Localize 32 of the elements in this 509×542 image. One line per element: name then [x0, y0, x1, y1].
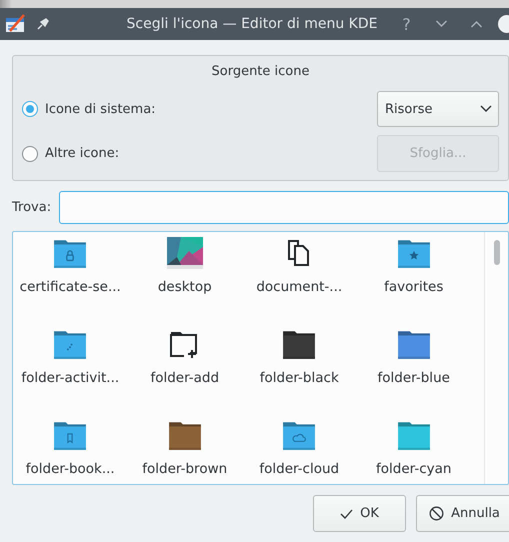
radio-button[interactable] — [22, 146, 38, 162]
ok-button[interactable]: OK — [313, 495, 406, 532]
icon-label[interactable]: desktop — [158, 279, 212, 295]
app-icon — [5, 14, 27, 34]
icon-label[interactable]: folder-add — [150, 370, 220, 386]
cancel-icon — [429, 506, 444, 521]
radio-button[interactable] — [22, 101, 38, 117]
search-label: Trova: — [12, 200, 52, 215]
radio-option[interactable]: Altre icone: — [22, 146, 120, 162]
icon-label[interactable]: document-... — [256, 279, 342, 295]
group-title: Sorgente icone — [212, 64, 310, 79]
pin-icon[interactable] — [35, 16, 51, 32]
icon-label[interactable]: folder-black — [260, 370, 339, 386]
desktop-icon — [166, 237, 203, 269]
icon-label[interactable]: folder-cloud — [259, 461, 340, 477]
icon-label[interactable]: folder-blue — [378, 370, 450, 386]
icon-label[interactable]: folder-book... — [26, 461, 115, 477]
document-icon — [287, 239, 312, 267]
chevron-icon — [480, 105, 492, 113]
cancel-button[interactable]: Annulla — [416, 495, 509, 532]
folder-add-icon — [170, 329, 200, 359]
icon-label[interactable]: folder-cyan — [376, 461, 452, 477]
icon-label[interactable]: favorites — [384, 279, 444, 295]
check-icon — [340, 508, 354, 518]
category-dropdown[interactable]: Risorse — [377, 91, 499, 127]
icon-label[interactable]: folder-activit... — [21, 370, 120, 386]
search-field[interactable] — [59, 191, 509, 224]
window-title: Scegli l'icona — Editor di menu KDE — [126, 16, 378, 32]
icon-label[interactable]: folder-brown — [142, 461, 228, 477]
radio-option[interactable]: Icone di sistema: — [22, 101, 156, 117]
scrollbar-thumb[interactable] — [494, 240, 500, 265]
icon-label[interactable]: certificate-se... — [20, 279, 121, 295]
